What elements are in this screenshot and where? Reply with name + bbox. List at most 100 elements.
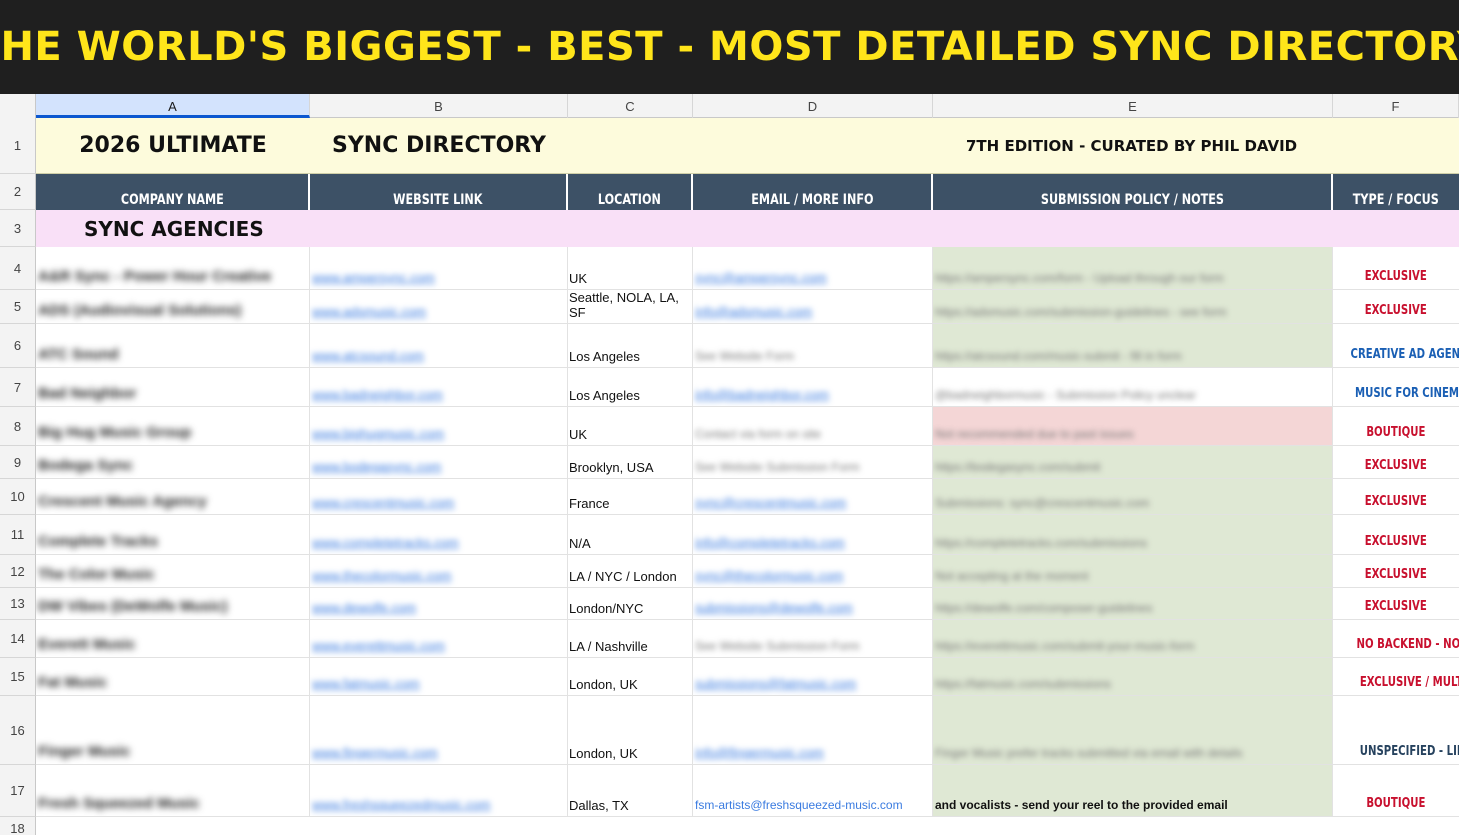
email-text[interactable]: fsm-artists@freshsqueezed-music.com [695, 798, 903, 812]
website-cell[interactable]: www.dewolfe.com [310, 588, 568, 620]
type-cell[interactable]: EXCLUSIVE [1333, 588, 1459, 620]
website-cell[interactable]: www.everettmusic.com [310, 620, 568, 658]
email-cell[interactable]: See Website Submission Form [693, 620, 933, 658]
row-header[interactable]: 12 [0, 555, 36, 588]
location-cell[interactable]: UK [568, 407, 693, 446]
company-cell[interactable]: Fresh Squeezed Music [36, 765, 310, 817]
column-header-d[interactable]: D [693, 94, 933, 118]
header-email[interactable]: EMAIL / MORE INFO [693, 174, 933, 210]
title-cell-b[interactable]: SYNC DIRECTORY [310, 118, 568, 174]
row-header[interactable]: 17 [0, 765, 36, 817]
type-cell[interactable]: NO BACKEND - NO RETITLING [1333, 620, 1459, 658]
location-cell[interactable]: LA / Nashville [568, 620, 693, 658]
column-header-e[interactable]: E [933, 94, 1333, 118]
row-header[interactable]: 16 [0, 696, 36, 765]
type-cell[interactable]: EXCLUSIVE [1333, 479, 1459, 515]
website-link[interactable]: www.atcsound.com [312, 348, 424, 363]
row-header[interactable]: 15 [0, 658, 36, 696]
header-location[interactable]: LOCATION [568, 174, 693, 210]
notes-cell[interactable]: @badneighbormusic - Submission Policy un… [933, 368, 1333, 407]
company-cell[interactable]: A&R Sync - Power Hour Creative [36, 247, 310, 290]
header-type-focus[interactable]: TYPE / FOCUS [1333, 174, 1459, 210]
row-header[interactable]: 4 [0, 247, 36, 290]
type-cell[interactable]: EXCLUSIVE [1333, 290, 1459, 324]
website-link[interactable]: www.completetracks.com [312, 535, 459, 550]
column-header-a[interactable]: A [36, 94, 310, 118]
company-cell[interactable]: DW Vibes (DeWolfe Music) [36, 588, 310, 620]
website-cell[interactable]: www.bodegasync.com [310, 446, 568, 479]
email-text[interactable]: sync@thecolormusic.com [695, 568, 843, 583]
notes-cell[interactable]: https://atcsound.com/music-submit - fill… [933, 324, 1333, 368]
website-link[interactable]: www.crescentmusic.com [312, 495, 454, 510]
email-cell[interactable]: submissions@dewolfe.com [693, 588, 933, 620]
email-cell[interactable]: info@badneighbor.com [693, 368, 933, 407]
notes-cell[interactable]: https://bodegasync.com/submit [933, 446, 1333, 479]
location-cell[interactable]: France [568, 479, 693, 515]
email-cell[interactable]: fsm-artists@freshsqueezed-music.com [693, 765, 933, 817]
website-cell[interactable]: www.thecolormusic.com [310, 555, 568, 588]
website-link[interactable]: www.freshsqueezedmusic.com [312, 797, 490, 812]
notes-cell[interactable]: Finger Music prefer tracks submitted via… [933, 696, 1333, 765]
email-text[interactable]: info@badneighbor.com [695, 387, 829, 402]
row-header[interactable]: 6 [0, 324, 36, 368]
email-text[interactable]: submissions@fatmusic.com [695, 676, 856, 691]
location-cell[interactable]: London, UK [568, 696, 693, 765]
email-cell[interactable]: sync@crescentmusic.com [693, 479, 933, 515]
website-link[interactable]: www.adsmusic.com [312, 304, 426, 319]
website-link[interactable]: www.thecolormusic.com [312, 568, 451, 583]
email-cell[interactable]: sync@ampersync.com [693, 247, 933, 290]
notes-cell[interactable]: https://adsmusic.com/submission-guidelin… [933, 290, 1333, 324]
notes-cell[interactable]: Submissions: sync@crescentmusic.com [933, 479, 1333, 515]
email-cell[interactable]: info@fingermusic.com [693, 696, 933, 765]
website-cell[interactable]: www.badneighbor.com [310, 368, 568, 407]
location-cell[interactable]: London/NYC [568, 588, 693, 620]
location-cell[interactable]: Seattle, NOLA, LA, SF [568, 290, 693, 324]
notes-cell[interactable]: and vocalists - send your reel to the pr… [933, 765, 1333, 817]
notes-cell[interactable]: https://everettmusic.com/submit-your-mus… [933, 620, 1333, 658]
header-submission-policy[interactable]: SUBMISSION POLICY / NOTES [933, 174, 1333, 210]
type-cell[interactable]: EXCLUSIVE / MULTIPLE LIBRARIES [1333, 658, 1459, 696]
email-text[interactable]: info@completetracks.com [695, 535, 845, 550]
website-link[interactable]: www.fatmusic.com [312, 676, 420, 691]
type-cell[interactable]: EXCLUSIVE [1333, 446, 1459, 479]
location-cell[interactable]: London, UK [568, 658, 693, 696]
location-cell[interactable]: Los Angeles [568, 324, 693, 368]
row-header[interactable]: 5 [0, 290, 36, 324]
notes-cell[interactable]: https://completetracks.com/submissions [933, 515, 1333, 555]
location-cell[interactable]: UK [568, 247, 693, 290]
website-link[interactable]: www.bodegasync.com [312, 459, 441, 474]
email-text[interactable]: info@adsmusic.com [695, 304, 812, 319]
company-cell[interactable]: ADS (Audiovisual Solutions) [36, 290, 310, 324]
company-cell[interactable]: The Color Music [36, 555, 310, 588]
website-cell[interactable]: www.fatmusic.com [310, 658, 568, 696]
email-cell[interactable]: submissions@fatmusic.com [693, 658, 933, 696]
website-link[interactable]: www.bighugmusic.com [312, 426, 444, 441]
location-cell[interactable]: N/A [568, 515, 693, 555]
select-all-corner[interactable] [0, 94, 36, 118]
notes-cell[interactable]: https://fatmusic.com/submissions [933, 658, 1333, 696]
company-cell[interactable]: Bodega Sync [36, 446, 310, 479]
type-cell[interactable]: CREATIVE AD AGENCY [1333, 324, 1459, 368]
company-cell[interactable]: Crescent Music Agency [36, 479, 310, 515]
email-cell[interactable]: info@adsmusic.com [693, 290, 933, 324]
row-header[interactable]: 10 [0, 479, 36, 515]
type-cell[interactable]: MUSIC FOR CINEMATIC ADS [1333, 368, 1459, 407]
company-cell[interactable]: Bad Neighbor [36, 368, 310, 407]
location-cell[interactable]: Los Angeles [568, 368, 693, 407]
email-text[interactable]: sync@crescentmusic.com [695, 495, 846, 510]
row-header[interactable]: 13 [0, 588, 36, 620]
website-cell[interactable]: www.atcsound.com [310, 324, 568, 368]
row-header[interactable]: 2 [0, 174, 36, 210]
company-cell[interactable]: Complete Tracks [36, 515, 310, 555]
website-link[interactable]: www.dewolfe.com [312, 600, 416, 615]
location-cell[interactable]: LA / NYC / London [568, 555, 693, 588]
website-link[interactable]: www.everettmusic.com [312, 638, 445, 653]
website-cell[interactable]: www.ampersync.com [310, 247, 568, 290]
website-cell[interactable]: www.crescentmusic.com [310, 479, 568, 515]
type-cell[interactable]: UNSPECIFIED - LIKELY EXCLUSIVE [1333, 696, 1459, 765]
website-link[interactable]: www.ampersync.com [312, 270, 435, 285]
notes-cell[interactable]: https://dewolfe.com/composer-guidelines [933, 588, 1333, 620]
website-cell[interactable]: www.bighugmusic.com [310, 407, 568, 446]
type-cell[interactable]: BOUTIQUE [1333, 765, 1459, 817]
row-header[interactable]: 9 [0, 446, 36, 479]
